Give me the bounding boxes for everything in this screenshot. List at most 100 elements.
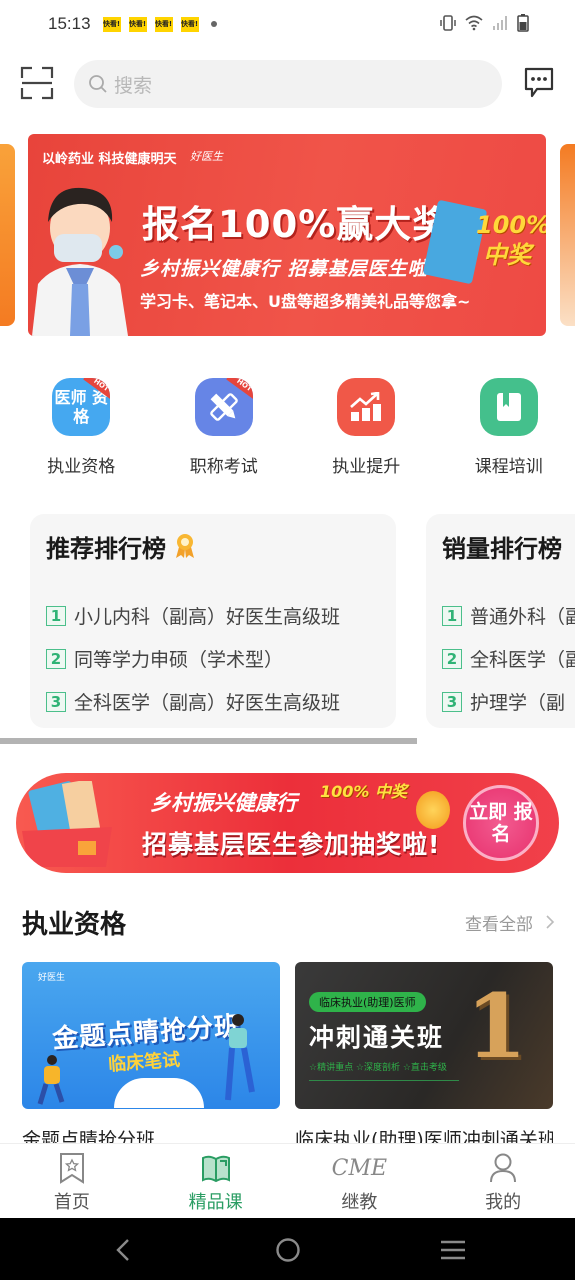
notification-icon: 快看! xyxy=(102,16,121,32)
ranking-title: 销量排行榜 xyxy=(442,534,562,563)
jumping-girl-illustration xyxy=(225,1014,255,1101)
banner-title: 报名100%赢大奖! xyxy=(142,203,469,246)
status-time: 15:13 xyxy=(48,14,91,33)
ranking-title: 推荐排行榜 xyxy=(46,534,166,563)
book-icon xyxy=(201,1155,230,1183)
thumbnail-title: 冲刺通关班 xyxy=(309,1023,445,1052)
app-screen: 15:13 快看! 快看! 快看! 快看! 搜索 以岭药业 科技健康明天 好医生 xyxy=(0,0,575,1280)
scan-icon[interactable] xyxy=(20,66,54,100)
tab-continuing-education[interactable]: CME 继教 xyxy=(288,1144,432,1218)
promo-banner[interactable]: 以岭药业 科技健康明天 好医生 报名100%赢大奖! 乡村振兴健康行 招募基层医… xyxy=(28,134,546,336)
trophy-number: 1 xyxy=(465,974,527,1078)
medal-icon xyxy=(176,534,194,558)
course-card[interactable]: 临床执业(助理)医师 冲刺通关班 ☆精讲重点 ☆深度剖析 ☆直击考级 1 临床执… xyxy=(295,962,553,1147)
banner-brand-logo: 好医生 xyxy=(190,150,223,163)
tab-label: 首页 xyxy=(53,1192,90,1213)
rank-number: 3 xyxy=(442,691,462,712)
home-circle-icon[interactable] xyxy=(273,1236,303,1264)
tab-profile[interactable]: 我的 xyxy=(431,1144,575,1218)
see-all-link[interactable]: 查看全部 xyxy=(465,910,555,935)
tab-label: 我的 xyxy=(485,1192,522,1213)
banner-peek-prev[interactable] xyxy=(0,144,15,326)
signal-icon xyxy=(493,16,507,30)
ranking-item-text: 全科医学（副高）好医生高级班 xyxy=(74,692,341,714)
ranking-item[interactable]: 2 全科医学（副 xyxy=(442,637,575,680)
message-icon[interactable] xyxy=(523,66,555,100)
ranking-item-text: 护理学（副 xyxy=(470,692,566,714)
notification-icon: 快看! xyxy=(180,16,199,32)
thumbnail-tag: 临床执业(助理)医师 xyxy=(309,992,426,1012)
category-course-training[interactable]: 课程培训 xyxy=(443,378,575,478)
ranking-item[interactable]: 1 小儿内科（副高）好医生高级班 xyxy=(46,594,380,637)
chevron-right-icon xyxy=(546,915,555,929)
banner-subtitle-2: 学习卡、笔记本、U盘等超多精美礼品等您拿~ xyxy=(140,292,471,311)
doctor-qualification-icon: 医师 资格 HOT xyxy=(52,378,111,436)
category-practice-qualification[interactable]: 医师 资格 HOT 执业资格 xyxy=(15,378,148,478)
status-bar: 15:13 快看! 快看! 快看! 快看! xyxy=(0,0,575,48)
runner-illustration xyxy=(37,1055,65,1105)
bookmark-book-icon xyxy=(479,378,538,436)
ranking-item-text: 同等学力申硕（学术型） xyxy=(74,649,284,671)
menu-icon[interactable] xyxy=(438,1236,468,1264)
course-thumbnail: 临床执业(助理)医师 冲刺通关班 ☆精讲重点 ☆深度剖析 ☆直击考级 1 xyxy=(295,962,553,1109)
home-bookmark-icon xyxy=(59,1153,84,1184)
ranking-item[interactable]: 3 全科医学（副高）好医生高级班 xyxy=(46,680,380,723)
banner2-headline: 乡村振兴健康行 xyxy=(150,791,297,815)
recommend-ranking-card[interactable]: 推荐排行榜 1 小儿内科（副高）好医生高级班 2 同等学力申硕（学术型） 3 全科医学… xyxy=(30,514,396,728)
banner-peek-next[interactable] xyxy=(560,144,575,326)
rank-number: 1 xyxy=(46,605,66,626)
see-all-label: 查看全部 xyxy=(465,914,533,935)
doctor-illustration xyxy=(32,187,128,336)
rank-number: 2 xyxy=(442,648,462,669)
pencil-ruler-icon: HOT xyxy=(194,378,253,436)
open-book-illustration xyxy=(114,1078,204,1108)
vibrate-icon xyxy=(440,15,456,31)
ranking-item[interactable]: 2 同等学力申硕（学术型） xyxy=(46,637,380,680)
growth-chart-icon xyxy=(337,378,396,436)
banner2-prize-badge: 100% 中奖 xyxy=(320,782,408,801)
category-label: 职称考试 xyxy=(189,457,258,477)
tab-premium-courses[interactable]: 精品课 xyxy=(144,1144,288,1218)
tab-home[interactable]: 首页 xyxy=(0,1144,144,1218)
top-header: 搜索 xyxy=(0,58,575,110)
banner-brand: 以岭药业 科技健康明天 xyxy=(42,152,177,167)
tab-label: 继教 xyxy=(341,1192,378,1213)
more-notifications-dot xyxy=(210,21,217,27)
signup-now-label: 立即 报名 xyxy=(469,801,533,845)
user-icon xyxy=(490,1153,517,1183)
thumbnail-features: ☆精讲重点 ☆深度剖析 ☆直击考级 xyxy=(309,1063,447,1073)
category-grid: 医师 资格 HOT 执业资格 HOT 职称考试 执业提升 课程培训 xyxy=(0,378,575,478)
cme-icon: CME xyxy=(331,1155,388,1181)
section-title: 执业资格 xyxy=(22,909,127,940)
bottom-tab-bar: 首页 精品课 CME 继教 我的 xyxy=(0,1143,575,1218)
rank-number: 1 xyxy=(442,605,462,626)
wifi-icon xyxy=(465,15,483,31)
ranking-item-text: 全科医学（副 xyxy=(470,649,575,671)
ranking-item[interactable]: 1 普通外科（副 xyxy=(442,594,575,637)
banner-carousel[interactable]: 以岭药业 科技健康明天 好医生 报名100%赢大奖! 乡村振兴健康行 招募基层医… xyxy=(0,134,575,336)
ranking-item-text: 普通外科（副 xyxy=(470,606,575,628)
signup-now-button[interactable]: 立即 报名 xyxy=(463,785,539,861)
rankings-scrollbar[interactable] xyxy=(0,738,417,744)
course-card[interactable]: 好医生 金题点睛抢分班 临床笔试 金题点睛抢分班 xyxy=(22,962,280,1147)
ranking-item-text: 小儿内科（副高）好医生高级班 xyxy=(74,606,341,628)
rankings-scroller[interactable]: 推荐排行榜 1 小儿内科（副高）好医生高级班 2 同等学力申硕（学术型） 3 全科医学… xyxy=(0,514,575,730)
icon-text: 医师 资格 xyxy=(54,388,109,426)
coin-illustration xyxy=(416,791,450,829)
ranking-item[interactable]: 3 护理学（副 xyxy=(442,680,575,723)
prize-badge: 100% 中奖 xyxy=(476,211,546,269)
search-input[interactable]: 搜索 xyxy=(74,60,502,108)
section-header: 执业资格 查看全部 xyxy=(22,900,555,944)
signup-banner[interactable]: 乡村振兴健康行 100% 中奖 招募基层医生参加抽奖啦! 立即 报名 xyxy=(16,773,559,873)
rank-number: 3 xyxy=(46,691,66,712)
sales-ranking-card[interactable]: 销量排行榜 1 普通外科（副 2 全科医学（副 3 护理学（副 xyxy=(426,514,575,728)
course-thumbnail: 好医生 金题点睛抢分班 临床笔试 xyxy=(22,962,280,1109)
status-icons xyxy=(439,14,529,32)
category-practice-improvement[interactable]: 执业提升 xyxy=(300,378,433,478)
search-placeholder: 搜索 xyxy=(114,74,153,97)
category-title-exam[interactable]: HOT 职称考试 xyxy=(158,378,291,478)
banner2-subheadline: 招募基层医生参加抽奖啦! xyxy=(142,830,441,859)
notification-icon: 快看! xyxy=(154,16,173,32)
category-label: 执业提升 xyxy=(332,457,401,477)
back-icon[interactable] xyxy=(108,1236,138,1264)
